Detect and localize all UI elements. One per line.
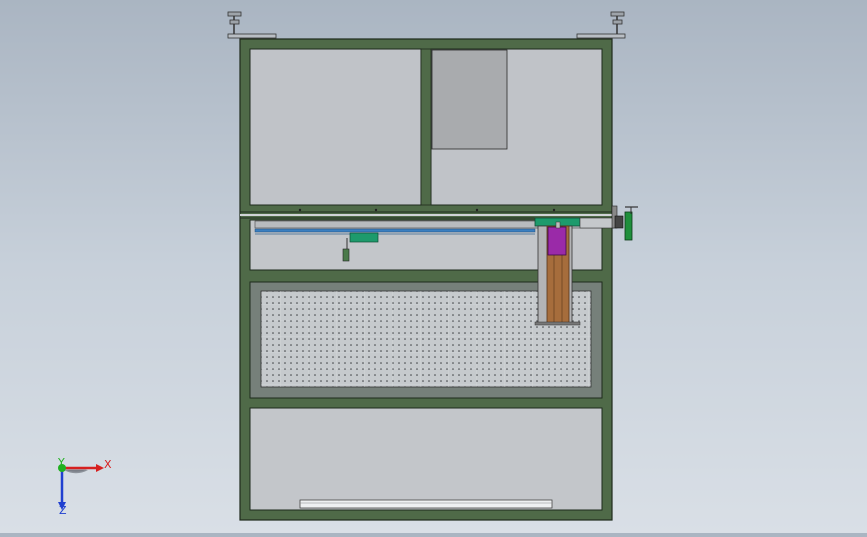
coordinate-triad: X Y Z <box>57 456 112 517</box>
x-axis-label: X <box>104 458 112 471</box>
base-plate <box>299 499 553 509</box>
leveling-foot-left <box>227 11 277 39</box>
slider-block <box>349 232 379 243</box>
leveling-foot-right <box>576 11 626 39</box>
control-box <box>431 49 508 150</box>
cad-viewport[interactable]: X Y Z <box>0 0 867 533</box>
sensor <box>342 248 350 262</box>
guide-rod <box>254 228 536 233</box>
y-axis-label: Y <box>57 456 65 469</box>
panel-bottom <box>249 407 603 511</box>
pneumatic-cylinder <box>547 226 567 256</box>
model-view[interactable]: X Y Z <box>0 0 867 533</box>
z-axis-label: Z <box>59 504 67 517</box>
panel-top-left <box>249 48 422 206</box>
